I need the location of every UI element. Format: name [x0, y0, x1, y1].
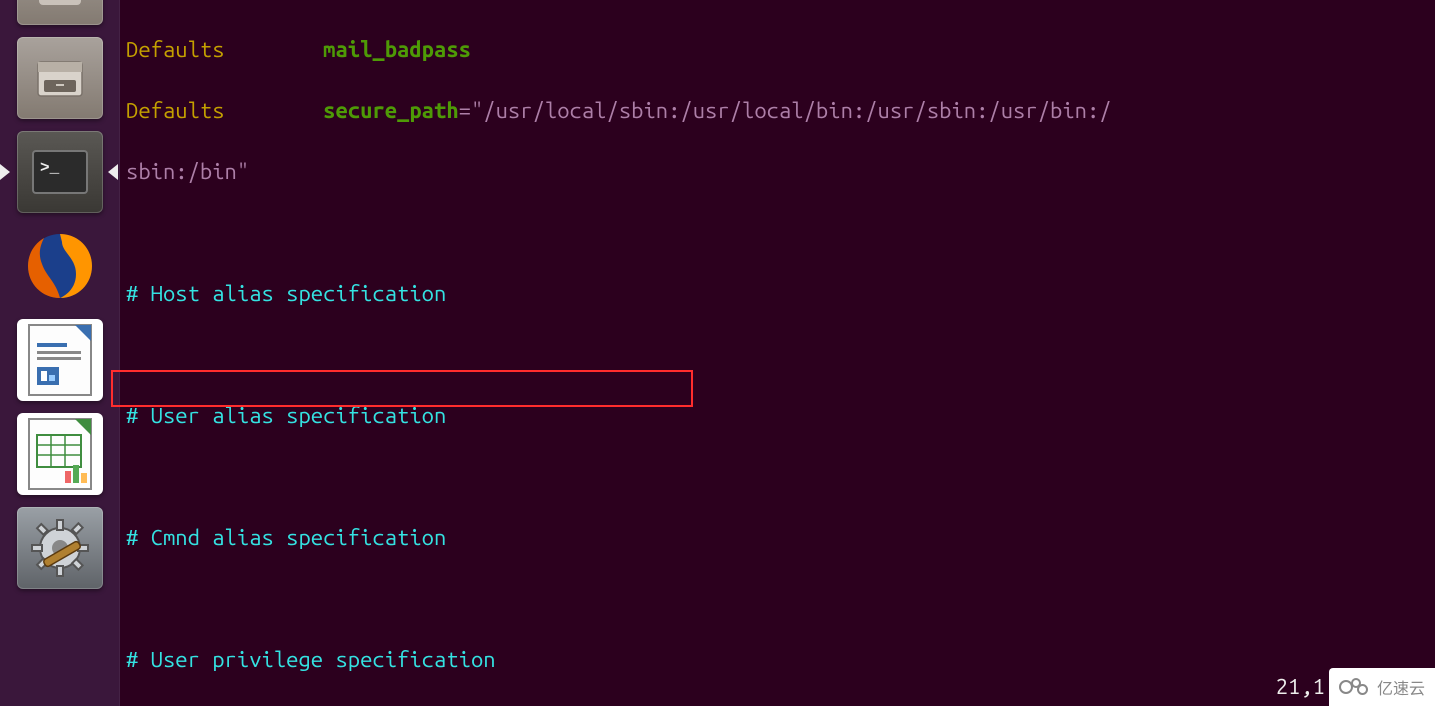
comment-line: # User privilege specification: [126, 645, 1431, 676]
launcher-item-firefox[interactable]: [14, 222, 106, 310]
watermark-text: 亿速云: [1377, 675, 1425, 699]
terminal-editor[interactable]: Defaults mail_badpass Defaults secure_pa…: [120, 0, 1435, 706]
launcher-item-recent[interactable]: [14, 0, 106, 28]
files-manager-icon: [17, 37, 103, 119]
launcher-item-writer[interactable]: [14, 316, 106, 404]
firefox-icon: [17, 225, 103, 307]
launcher-bar: >_: [0, 0, 120, 706]
watermark-badge: 亿速云: [1329, 668, 1435, 706]
code-line: Defaults secure_path="/usr/local/sbin:/u…: [126, 96, 1431, 127]
comment-line: # Cmnd alias specification: [126, 523, 1431, 554]
blank-line: [126, 340, 1431, 371]
comment-line: # Host alias specification: [126, 279, 1431, 310]
blank-line: [126, 218, 1431, 249]
vim-status-position: 21,1: [1276, 672, 1325, 703]
recent-files-icon: [17, 0, 103, 25]
blank-line: [126, 462, 1431, 493]
watermark-logo-icon: [1339, 678, 1371, 696]
code-line: sbin:/bin": [126, 157, 1431, 188]
system-settings-icon: [17, 507, 103, 589]
blank-line: [126, 584, 1431, 615]
launcher-item-files[interactable]: [14, 34, 106, 122]
libreoffice-writer-icon: [17, 319, 103, 401]
launcher-item-terminal[interactable]: >_: [14, 128, 106, 216]
launcher-item-settings[interactable]: [14, 504, 106, 592]
launcher-item-calc[interactable]: [14, 410, 106, 498]
svg-text:>_: >_: [40, 159, 60, 177]
libreoffice-calc-icon: [17, 413, 103, 495]
code-line: Defaults mail_badpass: [126, 35, 1431, 66]
terminal-icon: >_: [17, 131, 103, 213]
comment-line: # User alias specification: [126, 401, 1431, 432]
desktop: >_: [0, 0, 1435, 706]
